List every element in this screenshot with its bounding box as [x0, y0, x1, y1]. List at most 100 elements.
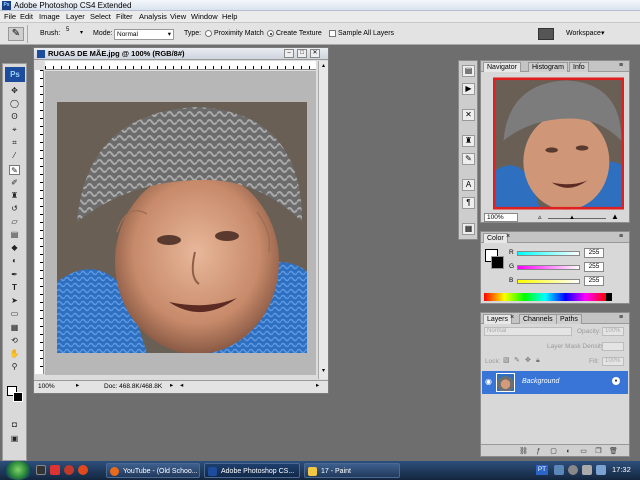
link-layers-icon[interactable]: ⛓ — [519, 448, 528, 456]
hand-tool-icon[interactable]: ✋ — [9, 349, 20, 359]
tool-presets-icon[interactable]: ✕ — [462, 109, 475, 121]
zoom-tool-icon[interactable]: ⚲ — [9, 362, 20, 372]
quick-launch-icon[interactable] — [64, 465, 74, 475]
firefox-icon[interactable] — [78, 465, 88, 475]
clone-source-icon[interactable]: ♜ — [462, 135, 475, 147]
taskbar-item-paint[interactable]: 17 - Paint — [304, 463, 400, 478]
close-tab-icon[interactable]: × — [510, 314, 514, 321]
notes-panel-icon[interactable]: ▦ — [462, 223, 475, 235]
lock-image-icon[interactable]: ✎ — [514, 357, 520, 365]
menu-window[interactable]: Window — [191, 12, 218, 22]
status-menu-icon[interactable]: ▸ — [76, 382, 79, 390]
status-menu-icon[interactable]: ▸ — [170, 382, 173, 390]
fill-field[interactable]: 100% — [602, 357, 624, 366]
history-brush-tool-icon[interactable]: ↺ — [9, 204, 20, 214]
pen-tool-icon[interactable]: ✒ — [9, 270, 20, 280]
character-panel-icon[interactable]: A — [462, 179, 475, 191]
tray-icon[interactable] — [596, 465, 606, 475]
quick-launch-icon[interactable] — [50, 465, 60, 475]
panel-menu-icon[interactable]: ≡ — [619, 314, 623, 321]
menu-filter[interactable]: Filter — [116, 12, 133, 22]
brushes-palette-icon[interactable] — [538, 28, 554, 40]
blend-mode-select[interactable]: Normal — [484, 327, 572, 336]
healing-brush-tool-icon[interactable]: ✎ — [9, 165, 20, 175]
menu-layer[interactable]: Layer — [66, 12, 85, 22]
lasso-tool-icon[interactable]: ʘ — [9, 112, 20, 122]
history-panel-icon[interactable]: ▤ — [462, 65, 475, 77]
volume-icon[interactable] — [582, 465, 592, 475]
background-color-swatch[interactable] — [491, 256, 504, 269]
color-ramp-black[interactable] — [606, 293, 612, 301]
maximize-button[interactable]: □ — [297, 49, 307, 58]
tab-color[interactable]: Color — [483, 233, 508, 243]
sample-all-layers-checkbox[interactable] — [329, 30, 336, 37]
mode-select[interactable]: Normal ▾ — [114, 29, 174, 40]
lock-all-icon[interactable]: 🔒︎ — [536, 357, 540, 365]
close-button[interactable]: ✕ — [310, 49, 320, 58]
eraser-tool-icon[interactable]: ▱ — [9, 217, 20, 227]
actions-panel-icon[interactable]: ▶ — [462, 83, 475, 95]
panel-menu-icon[interactable]: ≡ — [619, 233, 623, 240]
tab-paths[interactable]: Paths — [556, 314, 582, 324]
scroll-left-icon[interactable]: ◂ — [180, 382, 183, 390]
brush-tool-icon[interactable]: ✐ — [9, 178, 20, 188]
menu-select[interactable]: Select — [90, 12, 111, 22]
move-tool-icon[interactable]: ✥ — [9, 86, 20, 96]
navigator-thumbnail[interactable] — [493, 76, 624, 211]
menu-analysis[interactable]: Analysis — [139, 12, 167, 22]
chevron-down-icon[interactable]: ▾ — [80, 29, 83, 36]
zoom-slider[interactable] — [548, 218, 606, 219]
blur-tool-icon[interactable]: ◆ — [9, 243, 20, 253]
screen-mode-icon[interactable]: ▣ — [9, 434, 20, 444]
brush-size-value[interactable]: 5 — [66, 27, 69, 33]
document-image[interactable] — [57, 102, 307, 353]
quick-mask-icon[interactable]: ◘ — [9, 420, 20, 430]
minimize-button[interactable]: – — [284, 49, 294, 58]
green-slider[interactable] — [517, 265, 580, 270]
green-value[interactable]: 255 — [584, 262, 604, 272]
start-button[interactable] — [4, 461, 32, 480]
menu-help[interactable]: Help — [222, 12, 237, 22]
tab-histogram[interactable]: Histogram — [528, 62, 568, 72]
layer-mask-icon[interactable]: ▢ — [549, 448, 558, 456]
zoom-slider-thumb[interactable]: ▲ — [569, 215, 575, 221]
create-texture-radio[interactable] — [267, 30, 274, 37]
scroll-right-icon[interactable]: ▸ — [316, 382, 319, 390]
red-value[interactable]: 255 — [584, 248, 604, 258]
blue-slider[interactable] — [517, 279, 580, 284]
paragraph-panel-icon[interactable]: ¶ — [462, 197, 475, 209]
3d-rotate-tool-icon[interactable]: ⟲ — [9, 336, 20, 346]
taskbar-item-photoshop[interactable]: Adobe Photoshop CS... — [204, 463, 300, 478]
menu-file[interactable]: File — [4, 12, 16, 22]
tab-info[interactable]: Info — [569, 62, 589, 72]
density-field[interactable] — [602, 342, 624, 351]
new-layer-icon[interactable]: ❐ — [594, 448, 603, 456]
document-title-bar[interactable]: RUGAS DE MÃE.jpg @ 100% (RGB/8#) – □ ✕ — [34, 48, 328, 60]
new-group-icon[interactable]: ▭ — [579, 448, 588, 456]
lock-transparency-icon[interactable]: ▧ — [503, 357, 510, 365]
menu-view[interactable]: View — [170, 12, 186, 22]
color-ramp[interactable] — [484, 293, 606, 301]
menu-edit[interactable]: Edit — [20, 12, 33, 22]
brushes-panel-icon[interactable]: ✎ — [462, 153, 475, 165]
network-icon[interactable] — [568, 465, 578, 475]
panel-menu-icon[interactable]: ≡ — [619, 62, 623, 69]
layer-row[interactable]: ◉ Background ● — [482, 371, 628, 394]
eyedropper-tool-icon[interactable]: ⁄ — [9, 151, 20, 161]
red-slider[interactable] — [517, 251, 580, 256]
eye-icon[interactable]: ◉ — [485, 378, 492, 386]
quick-selection-tool-icon[interactable]: ⌖ — [9, 125, 20, 135]
tab-channels[interactable]: Channels — [519, 314, 557, 324]
clock[interactable]: 17:32 — [612, 465, 631, 475]
zoom-in-icon[interactable]: ▲ — [611, 213, 619, 221]
type-tool-icon[interactable]: T — [9, 283, 20, 293]
opacity-field[interactable]: 100% — [602, 327, 624, 336]
tab-layers[interactable]: Layers — [483, 314, 513, 324]
show-desktop-icon[interactable] — [36, 465, 46, 475]
close-tab-icon[interactable]: × — [506, 233, 510, 240]
chevron-down-icon[interactable]: ▾ — [601, 29, 605, 37]
language-indicator[interactable]: PT — [536, 465, 548, 475]
delete-layer-icon[interactable]: 🗑︎ — [609, 448, 618, 456]
vertical-scrollbar[interactable]: ▴ ▾ — [318, 61, 328, 379]
scroll-up-icon[interactable]: ▴ — [320, 63, 327, 70]
